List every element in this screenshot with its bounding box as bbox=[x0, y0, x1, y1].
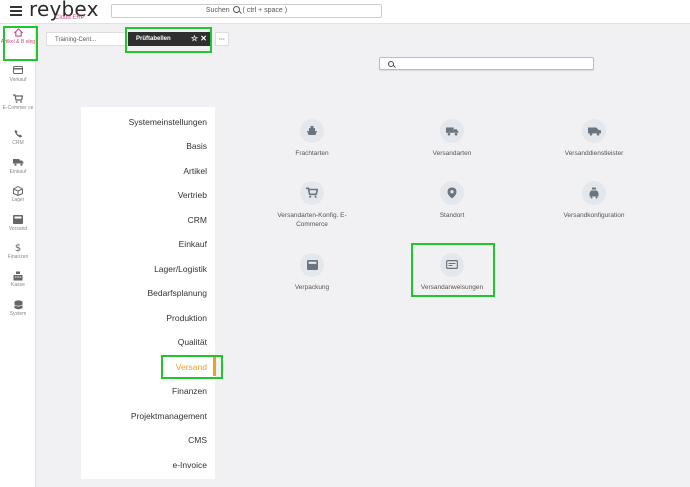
tile-frachtarten[interactable]: Frachtarten bbox=[257, 119, 367, 158]
home-icon bbox=[0, 28, 36, 39]
sidebar-item-system[interactable]: System bbox=[0, 300, 36, 317]
sidebar-item-label: Verkauf bbox=[9, 77, 27, 83]
star-icon[interactable]: ☆ bbox=[191, 34, 198, 43]
tile-versandarten[interactable]: Versandarten bbox=[397, 119, 507, 158]
tile-label: Standort bbox=[439, 212, 465, 219]
package-icon bbox=[0, 215, 36, 226]
category-einkauf[interactable]: Einkauf bbox=[179, 239, 207, 249]
category-artikel[interactable]: Artikel bbox=[183, 166, 207, 176]
module-sidebar: Artikel & B eleg Verkauf E-Commer ce CRM… bbox=[0, 24, 36, 487]
sidebar-item-versand[interactable]: Versand bbox=[0, 215, 36, 232]
sidebar-item-lager[interactable]: Lager bbox=[0, 185, 36, 203]
category-basis[interactable]: Basis bbox=[186, 141, 207, 151]
category-lager-logistik[interactable]: Lager/Logistik bbox=[154, 264, 207, 274]
category-e-invoice[interactable]: e-Invoice bbox=[173, 460, 208, 470]
tab-label: Prüftabellen bbox=[136, 36, 171, 42]
sidebar-item-ecommerce[interactable]: E-Commer ce bbox=[0, 94, 36, 111]
table-search-input[interactable] bbox=[379, 57, 594, 70]
register-icon bbox=[0, 271, 36, 282]
tile-label: Verpackung bbox=[294, 284, 330, 291]
tile-versandkonfiguration[interactable]: Versandkonfiguration bbox=[539, 181, 649, 220]
sidebar-item-label: Artikel & B eleg bbox=[0, 39, 36, 45]
sidebar-item-label: Finanzen bbox=[7, 254, 29, 260]
truck-icon bbox=[440, 119, 464, 143]
category-systemeinstellungen[interactable]: Systemeinstellungen bbox=[129, 117, 207, 127]
tile-label: Versandkonfiguration bbox=[563, 212, 625, 219]
app-logo-subtitle: Cloud ERP bbox=[55, 15, 85, 21]
category-versand[interactable]: Versand bbox=[176, 362, 207, 372]
tile-standort[interactable]: Standort bbox=[397, 181, 507, 220]
card-icon bbox=[440, 253, 464, 277]
category-produktion[interactable]: Produktion bbox=[166, 313, 207, 323]
tile-versanddienstleister[interactable]: Versanddienstleister bbox=[539, 119, 649, 158]
tile-versandanweisungen[interactable]: Versandanweisungen bbox=[397, 253, 507, 292]
category-qualitaet[interactable]: Qualität bbox=[178, 337, 207, 347]
sidebar-item-verkauf[interactable]: Verkauf bbox=[0, 66, 36, 83]
tab-training-center[interactable]: Training-Cent... bbox=[46, 32, 126, 46]
search-shortcut-hint: ( ctrl + space ) bbox=[242, 7, 288, 14]
active-category-indicator bbox=[213, 356, 216, 376]
car-settings-icon bbox=[582, 181, 606, 205]
dollar-icon: $ bbox=[14, 243, 22, 254]
category-bedarfsplanung[interactable]: Bedarfsplanung bbox=[147, 288, 207, 298]
category-vertrieb[interactable]: Vertrieb bbox=[178, 190, 207, 200]
tab-prueftabellen[interactable]: Prüftabellen ☆ ✕ bbox=[128, 32, 211, 46]
truck-icon bbox=[0, 158, 36, 169]
tile-label: Versandarten-Konfig. E-Commerce bbox=[277, 212, 347, 228]
cart-icon bbox=[0, 94, 36, 105]
tile-label: Frachtarten bbox=[295, 150, 329, 157]
card-icon bbox=[0, 66, 36, 77]
tile-versandarten-konfig-ecommerce[interactable]: Versandarten-Konfig. E-Commerce bbox=[257, 181, 367, 229]
sidebar-item-kasse[interactable]: Kasse bbox=[0, 271, 36, 288]
sidebar-item-artikel-belege[interactable]: Artikel & B eleg bbox=[0, 28, 36, 45]
sidebar-item-label: Lager bbox=[11, 197, 25, 203]
tabs-more-button[interactable]: ··· bbox=[215, 32, 229, 46]
sidebar-item-label: Einkauf bbox=[9, 169, 27, 175]
category-projektmanagement[interactable]: Projektmanagement bbox=[131, 411, 207, 421]
van-icon bbox=[582, 119, 606, 143]
hamburger-menu-icon[interactable] bbox=[10, 6, 22, 16]
tile-label: Versanddienstleister bbox=[564, 150, 624, 157]
sidebar-item-label: CRM bbox=[12, 140, 24, 146]
sidebar-item-finanzen[interactable]: $ Finanzen bbox=[0, 243, 36, 260]
category-cms[interactable]: CMS bbox=[188, 435, 207, 445]
close-icon[interactable]: ✕ bbox=[200, 34, 207, 43]
search-label: Suchen bbox=[205, 7, 230, 14]
search-icon bbox=[388, 61, 394, 67]
location-pin-icon bbox=[440, 181, 464, 205]
box-icon bbox=[0, 185, 36, 197]
tile-label: Versandarten bbox=[432, 150, 472, 157]
sidebar-item-label: System bbox=[9, 311, 27, 317]
sidebar-item-label: E-Commer ce bbox=[2, 105, 34, 111]
search-icon bbox=[232, 6, 240, 13]
sidebar-item-label: Versand bbox=[8, 226, 28, 232]
tile-label: Versandanweisungen bbox=[420, 284, 484, 291]
category-crm[interactable]: CRM bbox=[188, 215, 207, 225]
tile-verpackung[interactable]: Verpackung bbox=[257, 253, 367, 292]
tab-label: Training-Cent... bbox=[55, 37, 97, 43]
phone-icon bbox=[0, 129, 36, 140]
sidebar-item-label: Kasse bbox=[11, 282, 25, 288]
database-icon bbox=[0, 300, 36, 311]
ship-icon bbox=[300, 119, 324, 143]
category-list: Systemeinstellungen Basis Artikel Vertri… bbox=[81, 107, 215, 479]
cart-icon bbox=[300, 181, 324, 205]
top-bar: reybex Cloud ERP Suchen ( ctrl + space ) bbox=[0, 0, 690, 24]
sidebar-item-einkauf[interactable]: Einkauf bbox=[0, 158, 36, 175]
category-finanzen[interactable]: Finanzen bbox=[172, 386, 207, 396]
global-search-input[interactable]: Suchen ( ctrl + space ) bbox=[111, 4, 382, 18]
sidebar-item-crm[interactable]: CRM bbox=[0, 129, 36, 146]
package-icon bbox=[300, 253, 324, 277]
